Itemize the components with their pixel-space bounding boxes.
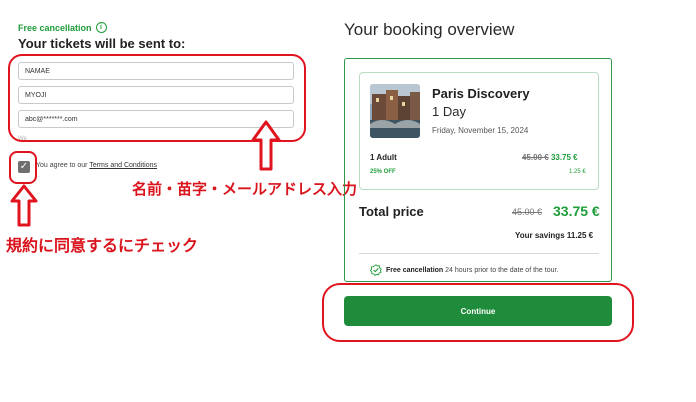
arrow-up-icon xyxy=(251,120,281,171)
free-cancellation-note: Free cancellation i xyxy=(18,22,107,33)
tour-date: Friday, November 15, 2024 xyxy=(432,126,529,135)
divider xyxy=(359,253,599,254)
checkbox-highlight-box xyxy=(9,151,37,184)
terms-link[interactable]: Terms and Conditions xyxy=(89,162,157,169)
booking-overview-title: Your booking overview xyxy=(344,20,515,39)
tour-thumbnail xyxy=(370,84,420,138)
checkbox-instruction: 規約に同意するにチェック xyxy=(6,236,199,255)
tour-duration: 1 Day xyxy=(432,104,466,119)
tour-image-icon xyxy=(370,84,420,138)
info-icon[interactable]: i xyxy=(95,22,107,33)
free-cancellation-detail: 24 hours prior to the date of the tour. xyxy=(443,266,559,274)
ticket-price-line: 45.00 € 33.75 € xyxy=(522,153,578,162)
free-cancellation-info: Free cancellation 24 hours prior to the … xyxy=(370,264,558,276)
savings-text: Your savings 11.25 € xyxy=(515,231,594,240)
check-badge-icon xyxy=(370,264,382,276)
total-original-price: 45.00 € xyxy=(512,207,543,217)
arrow-up-icon xyxy=(10,184,38,227)
tickets-sent-title: Your tickets will be sent to: xyxy=(18,36,186,51)
free-cancellation-label: Free cancellation xyxy=(18,22,92,33)
ticket-original-price: 45.00 € xyxy=(522,153,549,162)
total-price: 33.75 € xyxy=(553,203,600,219)
ticket-type: 1 Adult xyxy=(370,153,397,162)
continue-button[interactable]: Continue xyxy=(344,296,612,326)
discount-amount: 1.25 € xyxy=(569,169,586,175)
free-cancellation-bold: Free cancellation xyxy=(386,266,444,274)
ticket-price: 33.75 € xyxy=(550,153,578,162)
terms-agreement: You agree to our Terms and Conditions xyxy=(36,162,157,169)
fields-instruction: 名前・苗字・メールアドレス入力 xyxy=(132,180,358,198)
total-price-label: Total price xyxy=(359,204,424,219)
discount-badge: 25% OFF xyxy=(370,169,396,175)
terms-prefix: You agree to our xyxy=(36,162,90,169)
tour-name: Paris Discovery xyxy=(432,86,530,101)
